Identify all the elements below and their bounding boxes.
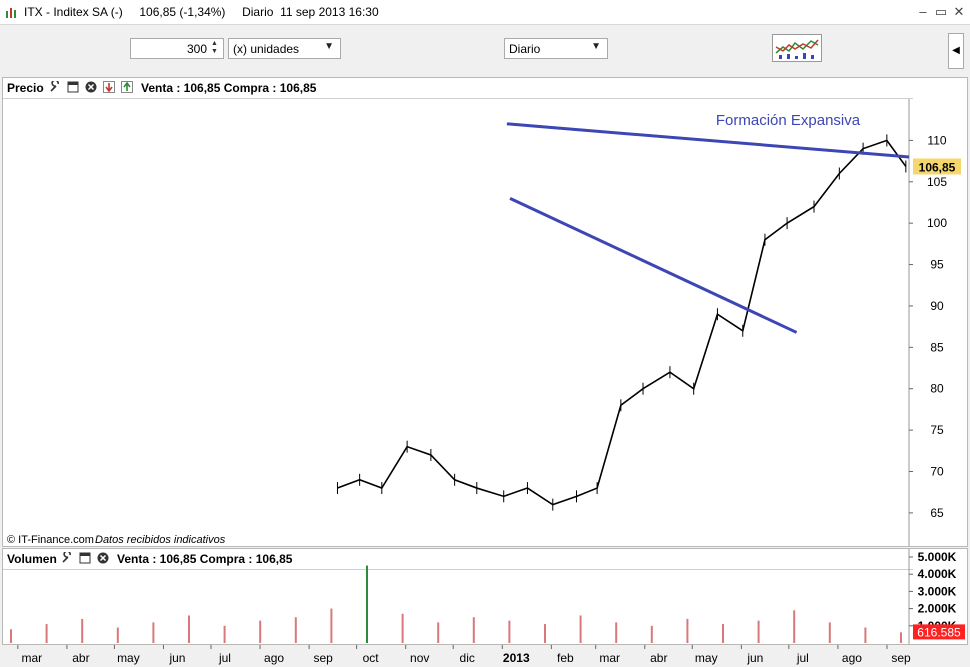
price-tick-label: 70 <box>930 465 944 479</box>
move-up-icon[interactable] <box>121 81 133 93</box>
toolbar: 300 ▲ ▼ (x) unidades ▼ Diario ▼ ◀ <box>0 25 970 75</box>
disclaimer-text: Datos recibidos indicativos <box>95 534 226 546</box>
x-tick-label: 2013 <box>503 651 530 665</box>
x-tick-label: mar <box>21 651 42 665</box>
volume-tick-label: 5.000K <box>918 550 957 564</box>
minimize-button[interactable]: – <box>914 3 932 21</box>
app-chart-icon <box>6 8 16 18</box>
volume-tick-label: 2.000K <box>918 602 957 616</box>
window-title: ITX - Inditex SA (-) 106,85 (-1,34%) Dia… <box>24 5 379 19</box>
x-tick-label: jul <box>218 651 231 665</box>
close-button[interactable]: ✕ <box>950 3 968 21</box>
x-tick-label: ago <box>842 651 862 665</box>
units-value: (x) unidades <box>233 42 300 56</box>
x-tick-label: mar <box>599 651 620 665</box>
maximize-button[interactable]: ▭ <box>932 3 950 21</box>
x-tick-label: jul <box>796 651 809 665</box>
title-bar: ITX - Inditex SA (-) 106,85 (-1,34%) Dia… <box>0 0 970 25</box>
x-tick-label: dic <box>460 651 475 665</box>
price-tick-label: 75 <box>930 423 944 437</box>
price-tick-label: 100 <box>927 216 947 230</box>
x-tick-label: abr <box>72 651 89 665</box>
last-price-tag-label: 106,85 <box>919 160 956 174</box>
x-tick-label: ago <box>264 651 284 665</box>
lower-trendline <box>509 196 798 334</box>
wrench-icon[interactable] <box>49 81 61 93</box>
price-panel-header: Precio Venta : 106,85 Compra : 106,85 <box>3 78 913 99</box>
x-tick-label: sep <box>891 651 911 665</box>
units-select[interactable]: (x) unidades ▼ <box>228 38 341 59</box>
price-chart: 65 70 75 80 85 90 95 100 105 110 Formación Expansi… <box>336 99 961 546</box>
window-icon[interactable] <box>67 81 79 93</box>
price-info: Venta : 106,85 Compra : 106,85 <box>141 81 317 95</box>
annotation-label: Formación Expansiva <box>716 112 861 129</box>
price-tick-label: 105 <box>927 175 947 189</box>
chart-tools-icon <box>775 39 819 59</box>
price-series-line <box>337 139 907 506</box>
x-tick-label: sep <box>313 651 333 665</box>
quantity-stepper[interactable]: 300 ▲ ▼ <box>130 38 224 59</box>
volume-panel: Volumen Venta : 106,85 Compra : 106,85 1… <box>2 548 968 645</box>
price-tick-label: 90 <box>930 299 944 313</box>
last-volume-tag-label: 616.585 <box>917 625 961 639</box>
price-tick-label: 80 <box>930 382 944 396</box>
volume-tick-label: 3.000K <box>918 584 957 598</box>
quantity-value: 300 <box>186 42 207 56</box>
x-tick-label: abr <box>650 651 667 665</box>
price-panel: Precio Venta : 106,85 Compra : 106,85 65… <box>2 77 968 547</box>
price-tick-label: 65 <box>930 506 944 520</box>
volume-chart: 1.000K2.000K3.000K4.000K5.000K616.585 <box>10 549 965 644</box>
x-tick-label: nov <box>410 651 429 665</box>
x-tick-label: jun <box>168 651 185 665</box>
move-down-icon[interactable] <box>103 81 115 93</box>
price-tick-label: 95 <box>930 258 944 272</box>
side-panel-toggle-icon[interactable]: ◀ <box>948 33 964 69</box>
x-axis: mar abr may jun jul ago sep oct nov dic 2013 feb mar… <box>17 645 911 665</box>
period-value: Diario <box>509 42 541 56</box>
x-tick-label: jun <box>746 651 763 665</box>
close-circle-icon[interactable] <box>85 81 97 93</box>
x-tick-label: oct <box>363 651 380 665</box>
chart-tools-button[interactable] <box>772 34 822 62</box>
x-tick-label: feb <box>557 651 574 665</box>
period-select[interactable]: Diario ▼ <box>504 38 608 59</box>
price-panel-label: Precio <box>7 81 44 95</box>
stepper-arrows-icon[interactable]: ▲ ▼ <box>211 40 221 56</box>
price-tick-label: 110 <box>927 133 946 147</box>
x-tick-label: may <box>117 651 140 665</box>
volume-tick-label: 4.000K <box>918 567 957 581</box>
price-tick-label: 85 <box>930 340 944 354</box>
chevron-down-icon: ▼ <box>591 41 601 52</box>
copyright-text: © IT-Finance.com <box>7 534 94 546</box>
x-tick-label: may <box>695 651 718 665</box>
chevron-down-icon: ▼ <box>324 41 334 52</box>
